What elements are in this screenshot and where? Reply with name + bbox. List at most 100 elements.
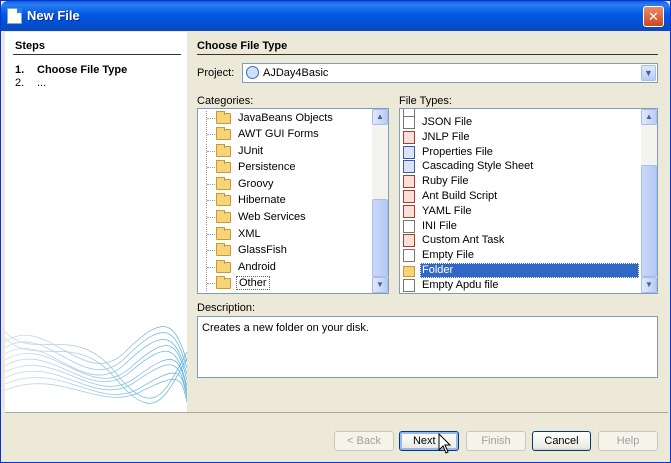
project-label: Project:	[197, 67, 235, 79]
file-type-label: YAML File	[422, 205, 472, 217]
tree-item-awt-gui-forms[interactable]: AWT GUI Forms	[198, 127, 388, 142]
title-bar[interactable]: New File ✕	[1, 1, 670, 31]
category-label: Groovy	[238, 178, 274, 190]
folder-icon	[216, 144, 231, 157]
list-item-custom-ant-task[interactable]: Custom Ant Task	[400, 233, 657, 248]
project-dropdown[interactable]: AJDay4Basic ▼	[242, 63, 658, 83]
list-item-ruby-file[interactable]: Ruby File	[400, 174, 657, 189]
properties-icon	[403, 146, 415, 159]
jnlp-icon	[403, 131, 415, 144]
file-type-label: Cascading Style Sheet	[422, 160, 534, 172]
step-number: 2.	[15, 77, 25, 89]
description-area: Creates a new folder on your disk.	[197, 316, 658, 378]
panel-heading: Choose File Type	[197, 40, 288, 52]
list-item-ini-file[interactable]: INI File	[400, 219, 657, 234]
file-type-label: Custom Ant Task	[422, 234, 505, 246]
list-item-folder[interactable]: Folder	[400, 263, 657, 278]
file-type-label: Ruby File	[422, 175, 469, 187]
file-types-label: File Types:	[399, 95, 452, 107]
list-item-empty-apdu-file[interactable]: Empty Apdu file	[400, 278, 657, 293]
file-type-label: Empty Apdu file	[422, 279, 499, 291]
file-type-label: Ant Build Script	[422, 190, 498, 202]
help-button[interactable]: Help	[598, 431, 658, 451]
tree-item-junit[interactable]: JUnit	[198, 144, 388, 159]
folder-icon	[216, 160, 231, 173]
steps-panel: Steps 1. Choose File Type 2....	[5, 32, 187, 412]
folder-icon	[216, 227, 231, 240]
list-item-yaml-file[interactable]: YAML File	[400, 204, 657, 219]
divider	[197, 54, 658, 55]
tree-item-xml[interactable]: XML	[198, 227, 388, 242]
tree-item-groovy[interactable]: Groovy	[198, 177, 388, 192]
folder-icon	[216, 243, 231, 256]
project-value: AJDay4Basic	[263, 67, 329, 79]
categories-scrollbar[interactable]: ▲ ▼	[372, 109, 388, 293]
scroll-down-icon[interactable]: ▼	[641, 277, 657, 293]
scrollbar-thumb[interactable]	[641, 165, 657, 277]
step-item-2: 2....	[15, 77, 46, 89]
list-item-ant-build-script[interactable]: Ant Build Script	[400, 189, 657, 204]
step-label: Choose File Type	[37, 64, 128, 76]
folder-icon	[216, 193, 231, 206]
file-types-list[interactable]: JSON File JNLP File Properties File Casc…	[399, 108, 658, 294]
step-item-1: 1. Choose File Type	[15, 64, 127, 76]
list-item-json-file[interactable]: JSON File	[400, 115, 657, 130]
project-globe-icon	[246, 66, 259, 79]
category-label: Web Services	[238, 211, 306, 223]
apdu-icon	[403, 279, 415, 292]
categories-tree[interactable]: JavaBeans Objects AWT GUI Forms JUnit Pe…	[197, 108, 389, 294]
decorative-waves-image	[5, 326, 187, 404]
file-type-label: Properties File	[422, 146, 493, 158]
step-number: 1.	[15, 64, 25, 76]
chevron-down-icon[interactable]: ▼	[641, 65, 656, 81]
file-type-label: JNLP File	[422, 131, 470, 143]
ant-task-icon	[403, 234, 415, 247]
choose-file-type-panel: Choose File Type Project: AJDay4Basic ▼ …	[187, 32, 668, 412]
list-item-jnlp-file[interactable]: JNLP File	[400, 130, 657, 145]
tree-item-persistence[interactable]: Persistence	[198, 160, 388, 175]
tree-item-web-services[interactable]: Web Services	[198, 210, 388, 225]
file-type-label: JSON File	[422, 116, 473, 128]
list-item-css[interactable]: Cascading Style Sheet	[400, 159, 657, 174]
tree-item-other[interactable]: Other	[198, 276, 388, 291]
category-label: Android	[238, 261, 276, 273]
back-button[interactable]: < Back	[334, 431, 394, 451]
scroll-up-icon[interactable]: ▲	[641, 109, 657, 125]
close-button[interactable]: ✕	[643, 6, 664, 27]
category-label: GlassFish	[238, 244, 287, 256]
ini-icon	[403, 220, 415, 233]
scroll-down-icon[interactable]: ▼	[372, 277, 388, 293]
cancel-button[interactable]: Cancel	[532, 431, 591, 451]
finish-button[interactable]: Finish	[466, 431, 526, 451]
folder-icon	[403, 266, 415, 277]
list-item-properties-file[interactable]: Properties File	[400, 145, 657, 160]
folder-icon	[216, 276, 231, 289]
list-item-empty-file[interactable]: Empty File	[400, 248, 657, 263]
folder-icon	[216, 260, 231, 273]
yaml-icon	[403, 205, 415, 218]
tree-item-glassfish[interactable]: GlassFish	[198, 243, 388, 258]
steps-heading: Steps	[15, 40, 45, 52]
tree-item-hibernate[interactable]: Hibernate	[198, 193, 388, 208]
file-icon	[403, 116, 415, 129]
scroll-up-icon[interactable]: ▲	[372, 109, 388, 125]
categories-label: Categories:	[197, 95, 254, 107]
folder-icon	[216, 127, 231, 140]
folder-icon	[216, 177, 231, 190]
category-label: AWT GUI Forms	[238, 128, 319, 140]
mouse-cursor-icon	[438, 433, 452, 454]
tree-item-javabeans-objects[interactable]: JavaBeans Objects	[198, 111, 388, 126]
document-icon	[7, 8, 22, 24]
tree-item-android[interactable]: Android	[198, 260, 388, 275]
step-label: ...	[37, 77, 47, 89]
file-types-scrollbar[interactable]: ▲ ▼	[641, 109, 657, 293]
description-text: Creates a new folder on your disk.	[202, 322, 369, 334]
category-label: Persistence	[238, 161, 296, 173]
new-file-dialog: New File ✕ Steps 1. Choose File Type 2...…	[0, 0, 671, 463]
scrollbar-thumb[interactable]	[372, 199, 388, 277]
divider	[13, 54, 181, 55]
folder-icon	[216, 210, 231, 223]
file-type-label: Empty File	[422, 249, 474, 261]
file-icon	[403, 249, 415, 262]
folder-icon	[216, 111, 231, 124]
